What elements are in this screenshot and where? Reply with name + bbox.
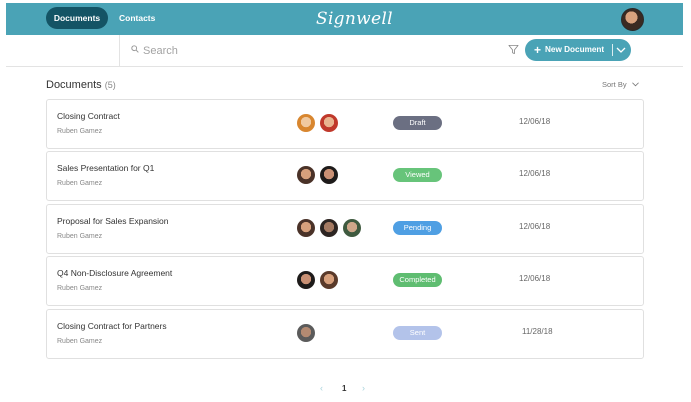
status-badge: Pending [393, 221, 442, 235]
document-title[interactable]: Sales Presentation for Q1 [57, 163, 154, 173]
search-icon [131, 45, 139, 53]
document-owner: Ruben Gamez [57, 180, 103, 187]
document-row[interactable]: Proposal for Sales Expansion Ruben Gamez… [46, 204, 644, 254]
sort-by-dropdown[interactable]: Sort By [602, 80, 627, 89]
nav-contacts-tab[interactable]: Contacts [119, 7, 155, 29]
new-document-label: New Document [545, 45, 605, 54]
recipient-avatar [320, 166, 338, 184]
recipient-avatar [320, 114, 338, 132]
search-input[interactable] [143, 42, 443, 60]
status-badge: Draft [393, 116, 442, 130]
document-title[interactable]: Q4 Non-Disclosure Agreement [57, 268, 172, 278]
document-title[interactable]: Proposal for Sales Expansion [57, 216, 169, 226]
search-bar: + New Document [6, 35, 683, 67]
document-row[interactable]: Closing Contract Ruben Gamez Draft 12/06… [46, 99, 644, 149]
recipient-avatar [297, 219, 315, 237]
nav-documents-tab[interactable]: Documents [46, 7, 108, 29]
status-badge: Completed [393, 273, 442, 287]
document-title[interactable]: Closing Contract for Partners [57, 321, 167, 331]
button-divider [612, 44, 613, 56]
chevron-down-icon[interactable] [616, 47, 626, 53]
document-date: 12/06/18 [519, 274, 551, 283]
document-date: 12/06/18 [519, 169, 551, 178]
pagination-prev-button[interactable]: ‹ [320, 383, 323, 393]
plus-icon: + [534, 43, 542, 57]
document-date: 11/28/18 [522, 327, 553, 336]
pagination-current-page[interactable]: 1 [342, 384, 346, 393]
document-row[interactable]: Closing Contract for Partners Ruben Game… [46, 309, 644, 359]
recipient-avatar [297, 166, 315, 184]
status-badge: Viewed [393, 168, 442, 182]
recipient-avatar [343, 219, 361, 237]
document-date: 12/06/18 [519, 222, 551, 231]
recipient-avatar [297, 324, 315, 342]
pagination-next-button[interactable]: › [362, 383, 365, 393]
document-owner: Ruben Gamez [57, 285, 103, 292]
recipient-avatar [297, 114, 315, 132]
page-title: Documents (5) [46, 79, 116, 91]
new-document-button[interactable]: + New Document [525, 39, 631, 61]
user-avatar[interactable] [621, 8, 644, 31]
document-row[interactable]: Sales Presentation for Q1 Ruben Gamez Vi… [46, 151, 644, 201]
document-owner: Ruben Gamez [57, 338, 103, 345]
signwell-logo[interactable]: Signwell [316, 7, 393, 31]
recipient-avatar [320, 271, 338, 289]
document-owner: Ruben Gamez [57, 233, 103, 240]
recipient-avatar [320, 219, 338, 237]
recipient-avatar [297, 271, 315, 289]
document-row[interactable]: Q4 Non-Disclosure Agreement Ruben Gamez … [46, 256, 644, 306]
document-date: 12/06/18 [519, 117, 551, 126]
document-count: (5) [104, 80, 116, 90]
search-divider [119, 35, 120, 66]
chevron-down-icon[interactable] [632, 82, 639, 87]
filter-icon[interactable] [508, 44, 519, 55]
top-navigation-bar: Documents Contacts Signwell [6, 3, 683, 35]
page-title-text: Documents [46, 79, 102, 91]
document-owner: Ruben Gamez [57, 128, 103, 135]
status-badge: Sent [393, 326, 442, 340]
document-title[interactable]: Closing Contract [57, 111, 120, 121]
